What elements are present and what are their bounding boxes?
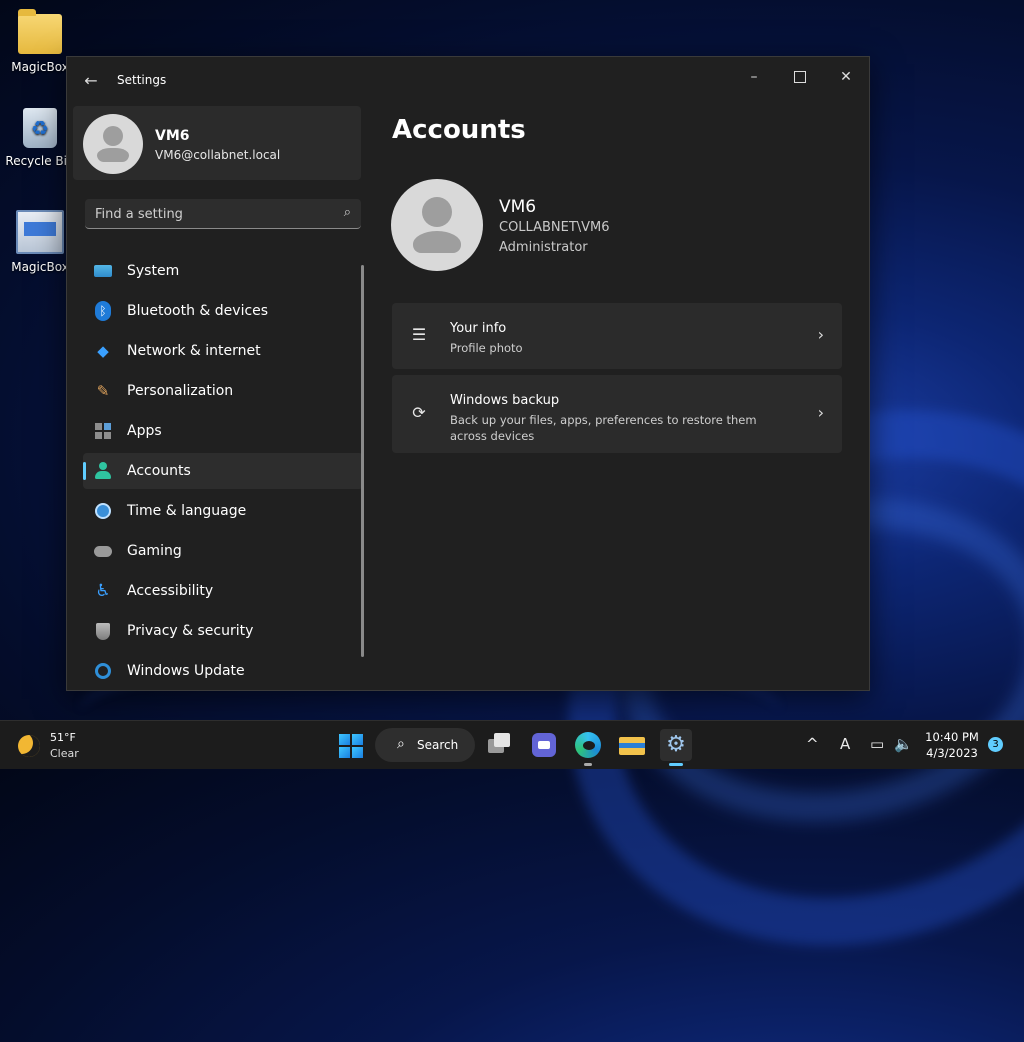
page-title: Accounts [392, 115, 526, 145]
sidebar-item-label: Time & language [127, 503, 247, 519]
account-name: VM6 [499, 197, 537, 217]
profile-card[interactable]: VM6 VM6@collabnet.local [73, 106, 361, 180]
weather-condition: Clear [50, 747, 79, 760]
update-icon [93, 661, 113, 681]
maximize-button[interactable] [777, 61, 823, 93]
brush-icon: ✎ [96, 382, 110, 400]
title-bar[interactable]: ← Settings – ✕ [67, 57, 869, 105]
profile-email: VM6@collabnet.local [155, 148, 281, 162]
task-view-button[interactable] [484, 729, 516, 761]
sidebar-item-label: Apps [127, 423, 162, 439]
sidebar-item-label: System [127, 263, 180, 279]
card-subtitle: Profile photo [450, 341, 523, 355]
your-info-card[interactable]: ☰ Your info Profile photo › [392, 303, 842, 369]
controller-icon [93, 541, 113, 561]
shield-icon [93, 621, 113, 641]
card-subtitle: Back up your files, apps, preferences to… [450, 413, 757, 443]
sidebar-item-privacy-security[interactable]: Privacy & security [83, 613, 363, 649]
show-hidden-icons-chevron[interactable]: ^ [806, 735, 819, 753]
maximize-icon [794, 71, 806, 83]
teams-chat-button[interactable] [528, 729, 560, 761]
settings-window: ← Settings – ✕ VM6 VM6@collabnet.local ⌕… [66, 56, 870, 691]
taskbar-search[interactable]: ⌕ Search [375, 728, 475, 762]
edge-browser-button[interactable] [572, 729, 604, 766]
sidebar-item-label: Accounts [127, 463, 191, 479]
weather-temperature: 51°F [50, 731, 76, 744]
backup-icon: ⟳ [412, 403, 426, 422]
network-icon[interactable]: ▭ [870, 735, 884, 753]
close-button[interactable]: ✕ [823, 61, 869, 93]
clock-date: 4/3/2023 [926, 746, 978, 760]
back-button[interactable]: ← [79, 69, 103, 93]
card-title: Windows backup [450, 393, 560, 408]
card-title: Your info [450, 321, 507, 336]
chevron-right-icon: › [817, 325, 824, 344]
sidebar-item-label: Gaming [127, 543, 182, 559]
minimize-button[interactable]: – [731, 61, 777, 93]
sidebar-item-bluetooth[interactable]: ᛒ Bluetooth & devices [83, 293, 363, 329]
system-icon [93, 261, 113, 281]
sidebar-item-apps[interactable]: Apps [83, 413, 363, 449]
account-domain: COLLABNET\VM6 [499, 220, 610, 235]
account-role: Administrator [499, 240, 588, 255]
taskbar-search-label: Search [417, 738, 459, 752]
file-explorer-button[interactable] [616, 729, 648, 761]
sidebar-item-label: Privacy & security [127, 623, 254, 639]
close-icon: ✕ [840, 69, 852, 85]
search-icon[interactable]: ⌕ [344, 205, 351, 220]
search-input[interactable] [85, 199, 337, 229]
apps-icon [93, 421, 113, 441]
accessibility-icon: ♿ [95, 581, 111, 601]
avatar [83, 114, 143, 174]
search-icon: ⌕ [397, 736, 405, 752]
sidebar-item-personalization[interactable]: ✎ Personalization [83, 373, 363, 409]
sidebar-scrollbar[interactable] [361, 265, 364, 657]
gear-icon: ⚙ [666, 732, 686, 757]
account-avatar [391, 179, 483, 271]
sidebar-item-label: Windows Update [127, 663, 245, 679]
sidebar-item-label: Bluetooth & devices [127, 303, 269, 319]
clock-globe-icon [93, 501, 113, 521]
settings-taskbar-button[interactable]: ⚙ [660, 729, 692, 766]
clock-time: 10:40 PM [925, 730, 979, 744]
bluetooth-icon: ᛒ [93, 301, 113, 321]
arrow-left-icon: ← [84, 71, 98, 90]
windows-backup-card[interactable]: ⟳ Windows backup Back up your files, app… [392, 375, 842, 453]
chevron-right-icon: › [817, 403, 824, 422]
taskbar: 51°F Clear ⌕ Search ⚙ ^ A ▭ 🔈 10:40 PM 4… [0, 720, 1024, 769]
sidebar-item-network[interactable]: ◆ Network & internet [83, 333, 363, 369]
sidebar-item-system[interactable]: System [83, 253, 363, 289]
moon-icon [18, 735, 40, 757]
sidebar-item-time-language[interactable]: Time & language [83, 493, 363, 529]
profile-name: VM6 [155, 128, 190, 144]
minimize-icon: – [750, 69, 758, 85]
folder-icon [18, 9, 62, 54]
start-button[interactable] [336, 729, 368, 761]
user-info-icon: ☰ [411, 325, 427, 344]
app-window-icon [16, 210, 64, 254]
notification-badge[interactable]: 3 [988, 737, 1003, 752]
sidebar-nav: System ᛒ Bluetooth & devices ◆ Network &… [83, 253, 363, 690]
input-method-icon[interactable]: A [840, 735, 850, 753]
wifi-icon: ◆ [97, 342, 109, 360]
window-title: Settings [117, 73, 167, 87]
accounts-icon [93, 461, 113, 481]
settings-search: ⌕ [85, 199, 361, 229]
sidebar-item-label: Network & internet [127, 343, 261, 359]
recycle-bin-icon [23, 108, 57, 148]
volume-icon[interactable]: 🔈 [894, 735, 913, 753]
sidebar-item-windows-update[interactable]: Windows Update [83, 653, 363, 689]
sidebar-item-label: Accessibility [127, 583, 214, 599]
sidebar-item-accounts[interactable]: Accounts [83, 453, 363, 489]
sidebar-item-accessibility[interactable]: ♿ Accessibility [83, 573, 363, 609]
sidebar-item-gaming[interactable]: Gaming [83, 533, 363, 569]
sidebar-item-label: Personalization [127, 383, 234, 399]
clock[interactable]: 10:40 PM 4/3/2023 [924, 729, 980, 761]
